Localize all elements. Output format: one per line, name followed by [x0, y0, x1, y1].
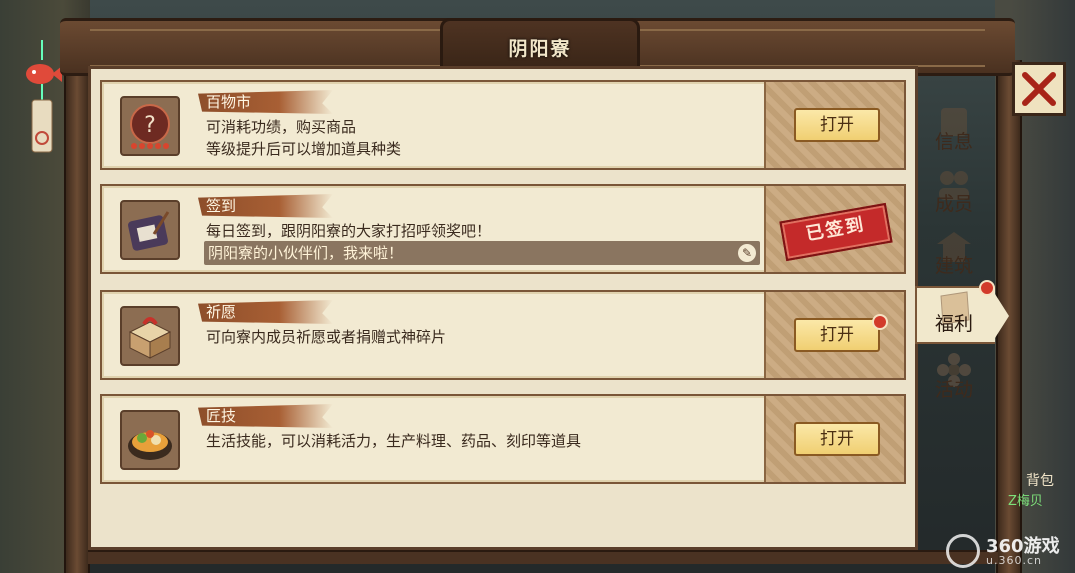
- watermark: 360游戏 u.360.cn: [946, 530, 1070, 570]
- card-title: 祈愿: [206, 303, 237, 321]
- notification-dot: [872, 314, 888, 330]
- craft-icon-frame: [120, 410, 180, 470]
- tab-info[interactable]: 信息: [917, 102, 991, 160]
- tab-label: 建筑: [934, 255, 973, 277]
- watermark-url: u.360.cn: [986, 554, 1042, 567]
- fish-charm-icon: [26, 40, 62, 153]
- tab-welfare[interactable]: 福利: [915, 280, 1009, 344]
- tab-events[interactable]: 活动: [917, 350, 991, 408]
- tab-members[interactable]: 成员: [917, 164, 991, 222]
- wish-icon-frame: [120, 306, 180, 366]
- hotpot-dish-icon: [128, 430, 172, 460]
- card-description: 生活技能，可以消耗活力，生产料理、药品、刻印等道具: [206, 432, 582, 450]
- action-area: 打开: [764, 292, 904, 378]
- action-area: 已签到: [764, 186, 904, 272]
- greeting-message-text: 阴阳寮的小伙伴们，我来啦！: [208, 244, 404, 262]
- card-description: 可消耗功绩，购买商品: [206, 118, 357, 136]
- card-title: 百物市: [206, 93, 252, 111]
- action-area: 打开: [764, 396, 904, 482]
- left-pillar: [64, 60, 90, 573]
- card-craft: 匠技 生活技能，可以消耗活力，生产料理、药品、刻印等道具 打开: [100, 394, 906, 484]
- window-title: 阴阳寮: [508, 37, 572, 60]
- greeting-message-input[interactable]: 阴阳寮的小伙伴们，我来啦！ ✎: [204, 241, 760, 265]
- open-craft-button[interactable]: 打开: [794, 422, 880, 456]
- tab-label: 福利: [934, 313, 973, 335]
- gift-box-icon: [128, 317, 172, 359]
- card-description: 等级提升后可以增加道具种类: [206, 140, 402, 158]
- open-shop-button[interactable]: 打开: [794, 108, 880, 142]
- signed-in-stamp: 已签到: [779, 202, 893, 262]
- player-name: Z梅贝: [1008, 494, 1043, 509]
- card-title: 匠技: [206, 407, 237, 425]
- tab-label: 信息: [934, 131, 973, 153]
- bag-label[interactable]: 背包: [1026, 470, 1054, 490]
- notification-dot: [979, 280, 995, 296]
- watermark-logo-icon: [946, 534, 980, 568]
- action-area: 打开: [764, 82, 904, 168]
- tab-label: 成员: [934, 193, 973, 215]
- sign-in-tablet-icon: [128, 211, 170, 251]
- close-icon: [1022, 72, 1056, 106]
- card-description: 每日签到，跟阴阳寮的大家打招呼领奖吧！: [206, 222, 492, 240]
- card-shop: ? 百物市 可消耗功绩，购买商品 等级提升后可以增加道具种类 打开: [100, 80, 906, 170]
- mystery-item-icon: ?: [130, 104, 170, 149]
- pen-icon[interactable]: ✎: [738, 244, 756, 262]
- panel-bottom-beam: [88, 550, 998, 564]
- close-button[interactable]: [1012, 62, 1066, 116]
- tab-buildings[interactable]: 建筑: [917, 226, 991, 284]
- card-title: 签到: [206, 197, 237, 215]
- side-tabs: 信息 成员 建筑 福利 活动: [915, 92, 1009, 422]
- tab-label: 活动: [934, 379, 973, 401]
- card-wish: 祈愿 可向寮内成员祈愿或者捐赠式神碎片 打开: [100, 290, 906, 380]
- card-description: 可向寮内成员祈愿或者捐赠式神碎片: [206, 328, 447, 346]
- sign-in-icon-frame: [120, 200, 180, 260]
- card-sign-in: 签到 每日签到，跟阴阳寮的大家打招呼领奖吧！ 阴阳寮的小伙伴们，我来啦！ ✎ 已…: [100, 184, 906, 274]
- svg-text:?: ?: [144, 113, 156, 138]
- shop-icon-frame: ?: [120, 96, 180, 156]
- open-wish-button[interactable]: 打开: [794, 318, 880, 352]
